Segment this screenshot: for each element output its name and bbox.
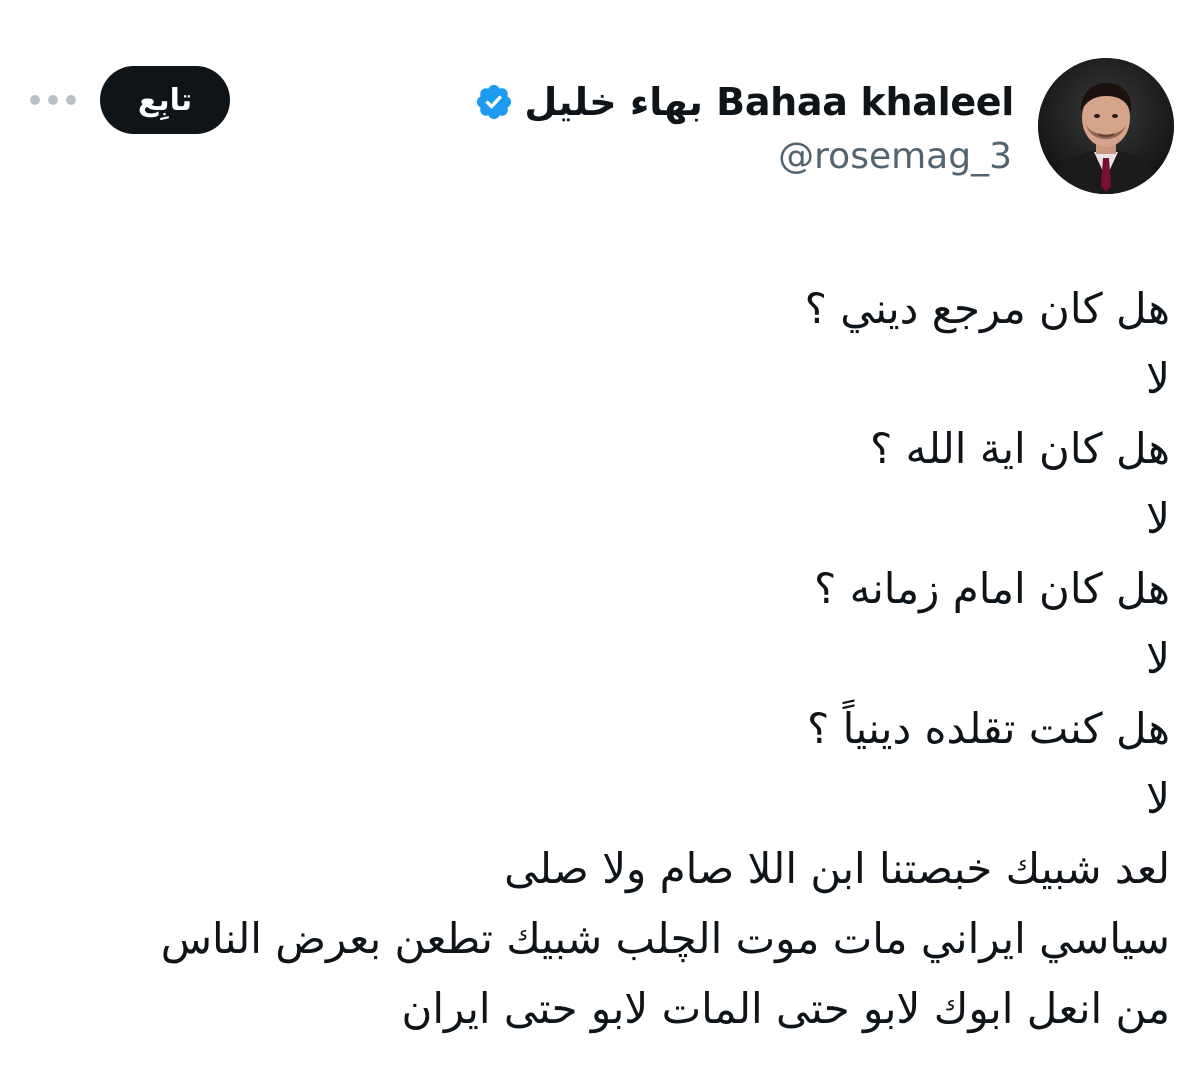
tweet-line: لعد شبيك خبصتنا ابن اللا صام ولا صلى	[504, 844, 1170, 893]
avatar-photo	[1038, 58, 1174, 194]
dot	[30, 95, 40, 105]
verified-badge-icon	[474, 82, 514, 122]
tweet-line: من انعل ابوك لابو حتى المات لابو حتى اير…	[401, 984, 1170, 1033]
tweet-line: لا	[1146, 354, 1170, 403]
tweet-line: لا	[1146, 634, 1170, 683]
tweet-line: هل كنت تقلده دينياً ؟	[807, 704, 1170, 753]
follow-button[interactable]: تابِع	[100, 66, 230, 134]
author-display-name[interactable]: بهاء خليل Bahaa khaleel	[524, 80, 1014, 124]
author-name-row[interactable]: بهاء خليل Bahaa khaleel	[474, 74, 1014, 130]
tweet-card: بهاء خليل Bahaa khaleel @rosemag_3 تابِع…	[0, 0, 1200, 1086]
tweet-line: لا	[1146, 774, 1170, 823]
tweet-line: هل كان اية الله ؟	[869, 424, 1170, 473]
tweet-line: هل كان امام زمانه ؟	[813, 564, 1170, 613]
tweet-line: لا	[1146, 494, 1170, 543]
more-dots-icon[interactable]	[30, 88, 76, 112]
tweet-line: سياسي ايراني مات موت الچلب شبيك تطعن بعر…	[160, 914, 1170, 963]
avatar[interactable]	[1038, 58, 1174, 194]
author-handle[interactable]: @rosemag_3	[778, 136, 1012, 177]
dot	[48, 95, 58, 105]
tweet-text: هل كان مرجع ديني ؟ لا هل كان اية الله ؟ …	[30, 274, 1170, 1044]
tweet-line: هل كان مرجع ديني ؟	[804, 284, 1170, 333]
dot	[66, 95, 76, 105]
